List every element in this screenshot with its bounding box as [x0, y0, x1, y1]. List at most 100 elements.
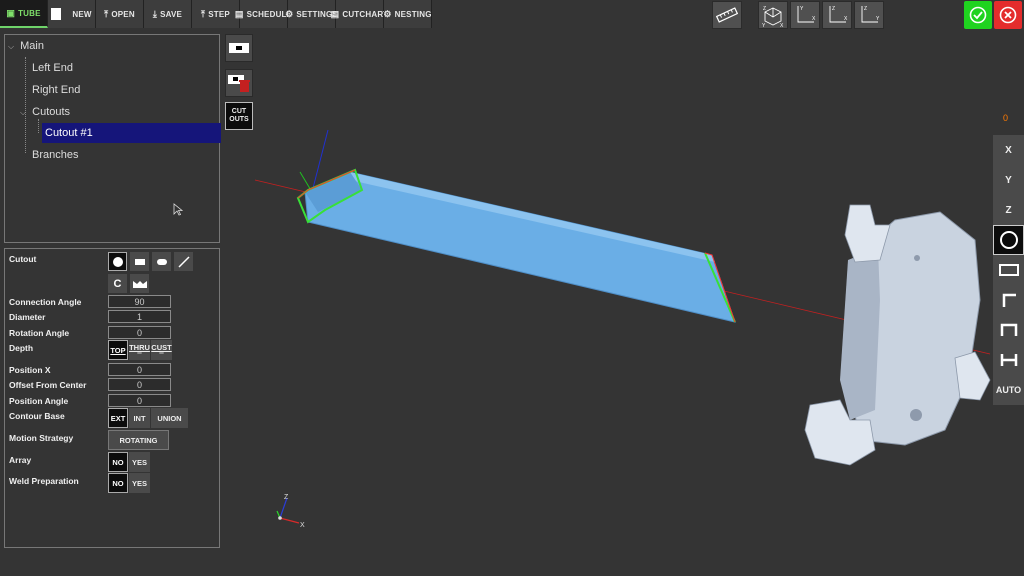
array-yes-button[interactable]: YES — [129, 452, 150, 472]
view-z-button[interactable]: Z — [993, 195, 1024, 225]
view-y-button[interactable]: Y — [993, 165, 1024, 195]
motion-strategy-label: Motion Strategy — [9, 433, 74, 443]
new-file-icon — [51, 8, 62, 20]
profile-rect-button[interactable] — [993, 255, 1024, 285]
gear-icon: ⚙ — [383, 8, 392, 19]
axes-xz-icon: ZX — [829, 6, 848, 23]
cancel-button[interactable] — [994, 1, 1022, 29]
shape-c-button[interactable]: C — [108, 274, 127, 293]
shape-slot-button[interactable] — [152, 252, 171, 271]
cutchart-button[interactable]: ▤ CUTCHART — [331, 0, 388, 28]
open-button[interactable]: ⤒ OPEN — [96, 0, 144, 28]
svg-text:X: X — [780, 23, 784, 28]
profile-ibeam-button[interactable] — [993, 345, 1024, 375]
shape-profile-button[interactable] — [130, 274, 149, 293]
profile-angle-button[interactable] — [993, 285, 1024, 315]
nesting-button[interactable]: ⚙ NESTING — [383, 0, 432, 28]
tree-label-cutout-1: Cutout #1 — [45, 127, 93, 139]
svg-text:X: X — [812, 16, 816, 22]
nesting-label: NESTING — [394, 9, 432, 19]
tube-model — [296, 168, 736, 323]
ibeam-profile-icon — [1000, 354, 1017, 366]
view-x-label: X — [1005, 144, 1012, 156]
contour-ext-button[interactable]: EXT — [108, 408, 128, 428]
profile-round-button[interactable] — [993, 225, 1024, 255]
document-icon: ▤ — [234, 8, 244, 19]
connection-angle-label: Connection Angle — [9, 297, 82, 307]
array-no-label: NO — [112, 457, 124, 467]
round-tube-icon — [999, 231, 1018, 249]
tree-item-right-end[interactable]: Right End — [32, 80, 80, 100]
connection-angle-input[interactable]: 90 — [108, 295, 171, 308]
shape-circle-button[interactable] — [108, 252, 127, 271]
settings-button[interactable]: ⚙ SETTINGS — [285, 0, 338, 28]
svg-text:X: X — [844, 16, 848, 22]
new-button[interactable]: NEW — [48, 0, 96, 28]
weld-no-label: NO — [112, 478, 124, 488]
rotation-angle-input[interactable]: 0 — [108, 326, 171, 339]
contour-union-button[interactable]: UNION — [151, 408, 188, 428]
depth-label: Depth — [9, 343, 34, 353]
profile-channel-button[interactable] — [993, 315, 1024, 345]
diameter-input[interactable]: 1 — [108, 310, 171, 323]
view-x-button[interactable]: X — [993, 135, 1024, 165]
tree-label-main: Main — [20, 40, 44, 52]
tree-item-cutout-1[interactable]: Cutout #1 — [42, 123, 221, 143]
schedule-button[interactable]: ▤ SCHEDULE — [235, 0, 292, 28]
3d-viewport[interactable]: Z X — [225, 30, 995, 576]
shape-c-label: C — [113, 277, 122, 290]
save-button[interactable]: ⤓ SAVE — [144, 0, 192, 28]
tree-item-branches[interactable]: Branches — [32, 145, 78, 165]
contour-int-button[interactable]: INT — [129, 408, 150, 428]
rectangle-icon — [134, 258, 145, 265]
upload-icon: ⤒ — [104, 8, 109, 19]
view-xz-button[interactable]: ZX — [822, 1, 852, 29]
circle-icon — [112, 256, 123, 267]
weld-no-button[interactable]: NO — [108, 473, 128, 493]
svg-text:Y: Y — [800, 6, 804, 12]
chevron-down-icon: ⌵ — [8, 42, 15, 51]
view-yz-button[interactable]: ZY — [854, 1, 884, 29]
shape-rect-button[interactable] — [130, 252, 149, 271]
angle-profile-icon — [1002, 293, 1016, 307]
depth-thru-button[interactable]: THRU ═ — [129, 340, 150, 360]
position-x-input[interactable]: 0 — [108, 363, 171, 376]
svg-text:Z: Z — [832, 6, 835, 12]
part-tree-panel: ⌵ Main Left End Right End ⌵ Cutouts Cuto… — [4, 34, 221, 243]
gear-icon: ⚙ — [285, 8, 294, 19]
axes-yz-icon: ZY — [861, 6, 880, 23]
motion-strategy-select[interactable]: ROTATING — [108, 430, 169, 450]
offset-center-input[interactable]: 0 — [108, 378, 171, 391]
view-iso-button[interactable]: Z X Y — [758, 1, 788, 29]
confirm-button[interactable] — [964, 1, 992, 29]
depth-top-button[interactable]: TOP — [108, 340, 128, 360]
weld-yes-button[interactable]: YES — [129, 473, 150, 493]
position-angle-input[interactable]: 0 — [108, 394, 171, 407]
lines-icon: ═ — [159, 351, 164, 357]
tree-item-cutouts[interactable]: ⌵ Cutouts — [20, 102, 70, 122]
svg-text:Y: Y — [876, 16, 880, 22]
axis-label-x: X — [300, 522, 305, 529]
array-no-button[interactable]: NO — [108, 452, 128, 472]
contour-union-label: UNION — [157, 413, 182, 423]
auto-button[interactable]: AUTO — [993, 375, 1024, 405]
svg-text:Y: Y — [762, 23, 766, 28]
tree-label-cutouts: Cutouts — [32, 106, 71, 118]
axes-xy-icon: YX — [797, 6, 816, 23]
depth-cust-button[interactable]: CUST ═ — [151, 340, 172, 360]
counter-value: 0 — [1003, 113, 1009, 123]
ruler-icon — [716, 7, 738, 23]
view-xy-button[interactable]: YX — [790, 1, 820, 29]
tree-label-right-end: Right End — [32, 84, 81, 96]
ruler-button[interactable] — [712, 1, 742, 29]
main-toolbar: ▣ TUBE NEW ⤒ OPEN ⤓ SAVE ⤒ STEP ▤ SCHEDULE ⚙ S… — [0, 0, 432, 28]
tube-tab[interactable]: ▣ TUBE — [0, 0, 48, 28]
tree-label-left-end: Left End — [32, 62, 73, 74]
shape-line-button[interactable] — [174, 252, 193, 271]
tree-item-main[interactable]: ⌵ Main — [8, 36, 44, 56]
tree-item-left-end[interactable]: Left End — [32, 58, 73, 78]
open-label: OPEN — [111, 9, 135, 19]
step-button[interactable]: ⤒ STEP — [192, 0, 240, 28]
iso-cube-icon: Z X Y — [762, 6, 784, 28]
profile-icon — [132, 280, 147, 288]
